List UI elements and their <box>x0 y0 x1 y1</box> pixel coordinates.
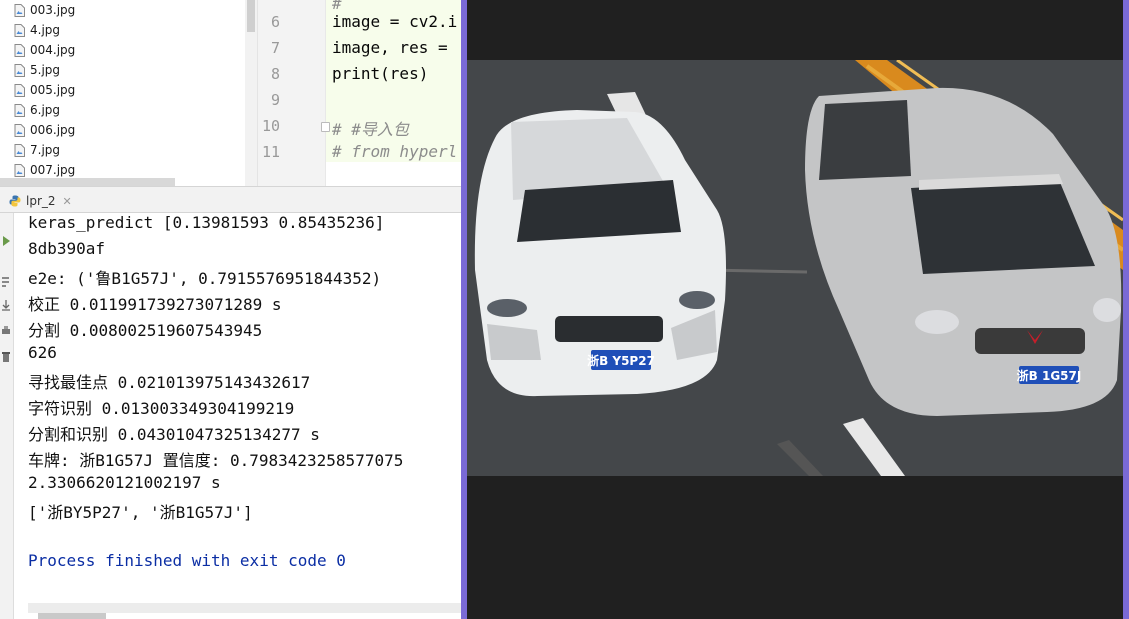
tree-file-label: 7.jpg <box>30 143 61 157</box>
console-line: e2e: ('鲁B1G57J', 0.7915576951844352) <box>28 269 382 288</box>
code-line: # from hyperl <box>332 142 458 161</box>
line-number: 9 <box>270 91 280 109</box>
tree-file-item[interactable]: 005.jpg <box>14 80 75 100</box>
console-horizontal-scrollbar[interactable] <box>28 603 461 613</box>
tree-file-label: 006.jpg <box>30 123 76 137</box>
tree-file-item[interactable]: 007.jpg <box>14 160 75 180</box>
traffic-camera-photo: 浙B Y5P27 浙B 1G57J <box>467 60 1123 476</box>
code-line: image, res = <box>332 38 448 57</box>
line-number: 6 <box>270 13 280 31</box>
console-line: 626 <box>28 343 57 362</box>
image-file-icon <box>14 63 25 77</box>
process-finished-line: Process finished with exit code 0 <box>28 551 346 570</box>
line-number: 10 <box>261 117 280 135</box>
image-file-icon <box>14 23 25 37</box>
code-line: # #导入包 <box>332 120 409 139</box>
tree-file-label: 5.jpg <box>30 63 61 77</box>
console-line: 字符识别 0.013003349304199219 <box>28 399 295 418</box>
left-plate-text: 浙B Y5P27 <box>587 353 655 368</box>
image-file-icon <box>14 143 25 157</box>
run-console-output[interactable]: keras_predict [0.13981593 0.85435236] 8d… <box>14 213 461 605</box>
tree-file-label: 007.jpg <box>30 163 76 177</box>
image-file-icon <box>14 123 25 137</box>
image-file-icon <box>14 163 25 177</box>
viewer-border <box>1123 0 1129 619</box>
console-line: keras_predict [0.13981593 0.85435236] <box>28 213 385 232</box>
tree-file-label: 005.jpg <box>30 83 76 97</box>
clear-all-icon[interactable] <box>1 351 11 363</box>
line-number: 11 <box>261 143 280 161</box>
project-file-tree: 003.jpg 4.jpg 004.jpg 5.jpg 005.jpg 6.jp… <box>0 0 257 186</box>
console-scroll-thumb[interactable] <box>38 613 106 619</box>
tree-file-label: 004.jpg <box>30 43 76 57</box>
tree-file-item[interactable]: 4.jpg <box>14 20 60 40</box>
console-line: 校正 0.011991739273071289 s <box>28 295 282 314</box>
tree-file-item[interactable]: 7.jpg <box>14 140 60 160</box>
line-number: 8 <box>270 65 280 83</box>
tree-file-label: 4.jpg <box>30 23 61 37</box>
image-viewer-window: 浙B Y5P27 浙B 1G57J <box>461 0 1129 619</box>
fold-marker-icon[interactable] <box>321 122 330 132</box>
image-file-icon <box>14 43 25 57</box>
tree-file-label: 003.jpg <box>30 3 76 17</box>
tree-file-item[interactable]: 004.jpg <box>14 40 75 60</box>
tree-file-label: 6.jpg <box>30 103 61 117</box>
ide-window: 003.jpg 4.jpg 004.jpg 5.jpg 005.jpg 6.jp… <box>0 0 461 619</box>
tree-scroll-thumb[interactable] <box>247 0 255 32</box>
rerun-icon[interactable] <box>1 235 11 247</box>
console-line: 寻找最佳点 0.021013975143432617 <box>28 373 311 392</box>
code-editor[interactable]: # 6 image = cv2.i 7 image, res = 8 print… <box>257 0 461 186</box>
tree-horizontal-scrollbar[interactable] <box>0 178 175 186</box>
image-file-icon <box>14 83 25 97</box>
image-file-icon <box>14 3 25 17</box>
right-plate-text: 浙B 1G57J <box>1017 368 1082 383</box>
image-file-icon <box>14 103 25 117</box>
code-line: print(res) <box>332 64 429 83</box>
console-line: 分割 0.008002519607543945 <box>28 321 263 340</box>
run-toolbar <box>0 213 14 619</box>
console-line: 车牌: 浙B1G57J 置信度: 0.7983423258577075 <box>28 451 404 470</box>
print-icon[interactable] <box>1 325 11 337</box>
line-number: 7 <box>270 39 280 57</box>
run-tool-window-header: lpr_2 ✕ <box>0 186 461 213</box>
console-line: 分割和识别 0.04301047325134277 s <box>28 425 320 444</box>
console-line: 2.3306620121002197 s <box>28 473 221 492</box>
tree-file-item[interactable]: 5.jpg <box>14 60 60 80</box>
code-line: image = cv2.i <box>332 12 458 31</box>
tree-file-item[interactable]: 6.jpg <box>14 100 60 120</box>
run-tab[interactable]: lpr_2 ✕ <box>3 191 78 211</box>
tree-file-item[interactable]: 003.jpg <box>14 0 75 20</box>
console-line: 8db390af <box>28 239 106 258</box>
run-tab-label: lpr_2 <box>26 194 56 208</box>
python-icon <box>9 195 21 207</box>
soft-wrap-icon[interactable] <box>1 275 11 287</box>
console-line: ['浙BY5P27', '浙B1G57J'] <box>28 503 253 522</box>
scroll-to-end-icon[interactable] <box>1 299 11 311</box>
close-icon[interactable]: ✕ <box>63 195 72 208</box>
tree-file-item[interactable]: 006.jpg <box>14 120 75 140</box>
